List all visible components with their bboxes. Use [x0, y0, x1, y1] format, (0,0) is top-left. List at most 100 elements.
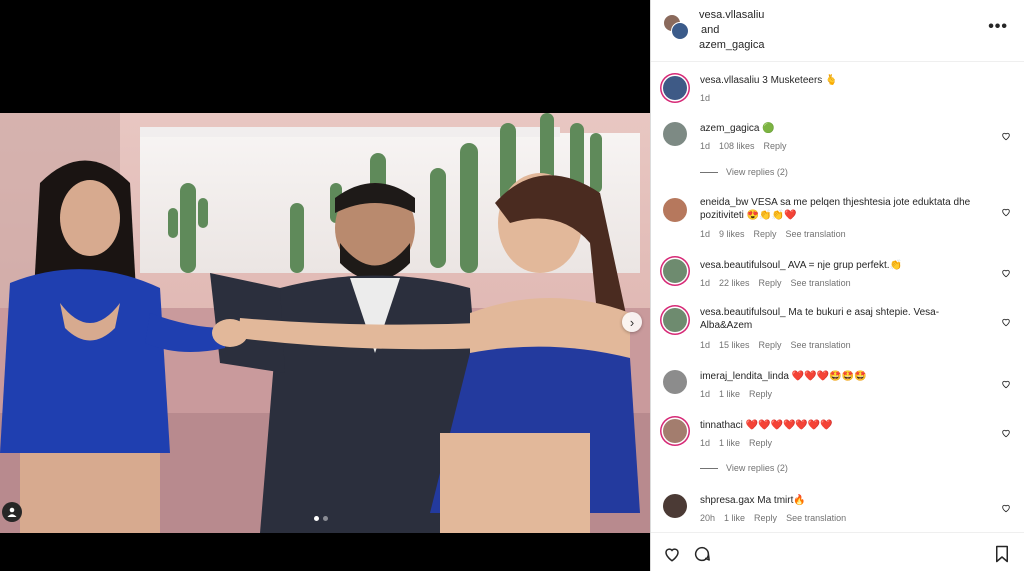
comment-meta: 1d 1 like Reply: [700, 389, 772, 399]
view-replies-button[interactable]: View replies (2): [700, 167, 788, 177]
reply-button[interactable]: Reply: [749, 389, 772, 399]
heart-icon: [1002, 208, 1010, 217]
comment-like-button[interactable]: [1001, 425, 1011, 438]
view-replies-label: View replies (2): [726, 463, 788, 473]
carousel-indicator: [314, 516, 328, 521]
comment-username[interactable]: vesa.vllasaliu: [700, 75, 759, 86]
avatar[interactable]: [663, 259, 687, 283]
comment-text: vesa.beautifulsoul_ Ma te bukuri e asaj …: [700, 306, 990, 332]
avatar[interactable]: [663, 370, 687, 394]
comment-likes[interactable]: 15 likes: [719, 340, 750, 350]
comment-meta: 1d 15 likes Reply See translation: [700, 340, 851, 350]
comment-body: AVA = nje grup perfekt.👏: [787, 260, 902, 271]
comment-meta: 1d 22 likes Reply See translation: [700, 278, 851, 288]
see-translation-button[interactable]: See translation: [791, 340, 851, 350]
heart-icon: [1002, 132, 1010, 141]
heart-icon: [665, 548, 679, 562]
post-header: vesa.vllasaliu and azem_gagica •••: [651, 0, 1024, 62]
comment-body: ❤️❤️❤️🤩🤩🤩: [791, 371, 867, 382]
avatar[interactable]: [663, 76, 687, 100]
reply-button[interactable]: Reply: [759, 340, 782, 350]
user-tag-icon: [7, 507, 17, 517]
comment-like-button[interactable]: [1001, 376, 1011, 389]
comment-text: tinnathaci ❤️❤️❤️❤️❤️❤️❤️: [700, 419, 990, 432]
comment-age: 1d: [700, 141, 711, 151]
see-translation-button[interactable]: See translation: [786, 229, 846, 239]
comment-age: 1d: [700, 389, 711, 399]
comment-body: ❤️❤️❤️❤️❤️❤️❤️: [745, 420, 833, 431]
view-replies-button[interactable]: View replies (2): [700, 463, 788, 473]
avatar[interactable]: [663, 494, 687, 518]
reply-button[interactable]: Reply: [749, 438, 772, 448]
comment-text: vesa.beautifulsoul_ AVA = nje grup perfe…: [700, 259, 990, 272]
comment-like-button[interactable]: [1001, 500, 1011, 513]
see-translation-button[interactable]: See translation: [791, 278, 851, 288]
collab-avatars[interactable]: [663, 14, 689, 40]
coauthor-username[interactable]: azem_gagica: [699, 38, 764, 53]
comment-likes[interactable]: 22 likes: [719, 278, 750, 288]
reply-button[interactable]: Reply: [764, 141, 787, 151]
carousel-dot-active: [314, 516, 319, 521]
like-button[interactable]: [663, 545, 681, 563]
comment-icon: [694, 546, 710, 562]
comment-age: 1d: [700, 93, 711, 103]
comment-meta: 1d 9 likes Reply See translation: [700, 229, 846, 239]
tagged-users-button[interactable]: [2, 502, 22, 522]
next-photo-button[interactable]: ›: [622, 312, 642, 332]
comment-likes[interactable]: 1 like: [719, 438, 740, 448]
comment-username[interactable]: eneida_bw: [700, 197, 748, 208]
comment-body: 🟢: [762, 123, 775, 134]
heart-icon: [1002, 429, 1010, 438]
avatar[interactable]: [663, 122, 687, 146]
comment-like-button[interactable]: [1001, 204, 1011, 217]
carousel-dot: [323, 516, 328, 521]
reply-button[interactable]: Reply: [754, 229, 777, 239]
comment-username[interactable]: vesa.beautifulsoul_: [700, 307, 786, 318]
post-actions-bar: [651, 532, 1024, 571]
comment-username[interactable]: tinnathaci: [700, 420, 743, 431]
comment-like-button[interactable]: [1001, 128, 1011, 141]
avatar[interactable]: [663, 198, 687, 222]
comment-button[interactable]: [693, 545, 711, 563]
heart-icon: [1002, 380, 1010, 389]
reply-button[interactable]: Reply: [759, 278, 782, 288]
bookmark-icon: [996, 545, 1008, 563]
comment-likes[interactable]: 1 like: [724, 513, 745, 523]
avatar[interactable]: [663, 308, 687, 332]
comment-likes[interactable]: 108 likes: [719, 141, 755, 151]
comment-likes[interactable]: 1 like: [719, 389, 740, 399]
divider: [700, 171, 718, 173]
avatar[interactable]: [663, 419, 687, 443]
collab-names: vesa.vllasaliu and azem_gagica: [699, 8, 764, 53]
comment-username[interactable]: azem_gagica: [700, 123, 759, 134]
comment-text: shpresa.gax Ma tmirt🔥: [700, 494, 990, 507]
comment-text: azem_gagica 🟢: [700, 122, 990, 135]
more-options-button[interactable]: •••: [988, 18, 1008, 36]
author-username[interactable]: vesa.vllasaliu: [699, 8, 764, 23]
comment-body: Ma tmirt🔥: [757, 495, 806, 506]
post-media-pane: ›: [0, 0, 650, 571]
save-button[interactable]: [993, 545, 1011, 563]
avatar: [671, 22, 689, 40]
comment-age: 1d: [700, 340, 711, 350]
comment-age: 1d: [700, 229, 711, 239]
post-side-panel: vesa.vllasaliu and azem_gagica ••• vesa.…: [650, 0, 1024, 571]
heart-icon: [1002, 318, 1010, 327]
heart-icon: [1002, 504, 1010, 513]
comment-age: 1d: [700, 438, 711, 448]
comment-username[interactable]: vesa.beautifulsoul_: [700, 260, 786, 271]
comment-username[interactable]: imeraj_lendita_linda: [700, 371, 789, 382]
comment-like-button[interactable]: [1001, 314, 1011, 327]
post-photo[interactable]: [0, 113, 650, 533]
comment-like-button[interactable]: [1001, 265, 1011, 278]
conjunction-text: and: [701, 24, 720, 36]
comment-age: 1d: [700, 278, 711, 288]
comment-body: 3 Musketeers 🫰: [762, 75, 838, 86]
comment-likes[interactable]: 9 likes: [719, 229, 745, 239]
comment-username[interactable]: shpresa.gax: [700, 495, 754, 506]
heart-icon: [1002, 269, 1010, 278]
comment-meta: 1d: [700, 93, 710, 103]
reply-button[interactable]: Reply: [754, 513, 777, 523]
chevron-right-icon: ›: [629, 314, 635, 330]
see-translation-button[interactable]: See translation: [786, 513, 846, 523]
